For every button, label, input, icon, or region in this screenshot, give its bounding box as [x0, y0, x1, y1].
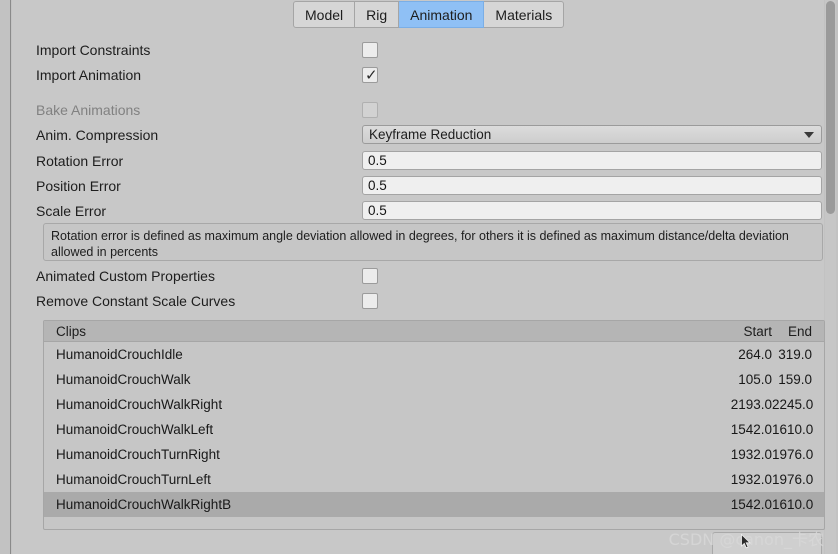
clip-end: 159.0 [778, 372, 812, 387]
import-constraints-label: Import Constraints [36, 41, 151, 58]
clip-end: 1610.0 [772, 497, 814, 512]
row-bake-animations: Bake Animations [36, 97, 824, 122]
row-position-error: Position Error 0.5 [36, 173, 824, 198]
help-box-text: Rotation error is defined as maximum ang… [51, 229, 789, 259]
rotation-error-input[interactable]: 0.5 [362, 151, 822, 170]
column-header-end: End [787, 323, 812, 339]
row-animated-custom-properties: Animated Custom Properties [36, 263, 824, 288]
clips-table-header: Clips Start End [44, 321, 824, 342]
column-header-clips: Clips [56, 323, 87, 339]
scale-error-label: Scale Error [36, 202, 107, 219]
position-error-input[interactable]: 0.5 [362, 176, 822, 195]
help-box: Rotation error is defined as maximum ang… [43, 223, 823, 261]
animated-custom-properties-checkbox[interactable] [362, 267, 378, 284]
table-row[interactable]: HumanoidCrouchIdle 264.0 319.0 [44, 342, 824, 367]
import-animation-label: Import Animation [36, 66, 142, 83]
clip-start: 105.0 [738, 372, 772, 387]
anim-compression-label: Anim. Compression [36, 126, 159, 143]
import-animation-checkbox[interactable]: ✓ [362, 65, 378, 84]
clip-start: 1542.0 [730, 497, 772, 512]
clip-start: 264.0 [738, 347, 772, 362]
clip-name: HumanoidCrouchWalkRightB [56, 497, 232, 512]
row-remove-constant-scale-curves: Remove Constant Scale Curves [36, 288, 824, 313]
bake-animations-label: Bake Animations [36, 101, 141, 118]
bottom-panel-box[interactable] [712, 532, 822, 554]
tab-model[interactable]: Model [293, 1, 356, 28]
import-constraints-checkbox[interactable] [362, 41, 378, 58]
table-row[interactable]: HumanoidCrouchWalkLeft 1542.0 1610.0 [44, 417, 824, 442]
animation-import-settings-panel: Model Rig Animation Materials Import Con… [12, 0, 825, 554]
column-header-start: Start [743, 323, 772, 339]
table-row[interactable]: HumanoidCrouchWalkRight 2193.0 2245.0 [44, 392, 824, 417]
left-gutter [0, 0, 11, 554]
anim-compression-dropdown[interactable]: Keyframe Reduction [362, 125, 822, 144]
clip-name: HumanoidCrouchWalk [56, 372, 191, 387]
table-row[interactable]: HumanoidCrouchTurnRight 1932.0 1976.0 [44, 442, 824, 467]
clip-end: 1976.0 [772, 472, 814, 487]
clip-name: HumanoidCrouchTurnLeft [56, 472, 211, 487]
clip-end: 319.0 [778, 347, 812, 362]
table-row[interactable]: HumanoidCrouchTurnLeft 1932.0 1976.0 [44, 467, 824, 492]
clip-start: 1932.0 [730, 447, 772, 462]
scale-error-input[interactable]: 0.5 [362, 201, 822, 220]
vertical-scrollbar[interactable] [825, 0, 836, 554]
clip-name: HumanoidCrouchWalkLeft [56, 422, 214, 437]
check-mark-icon: ✓ [365, 65, 378, 84]
anim-compression-value: Keyframe Reduction [369, 127, 492, 142]
clip-end: 1976.0 [772, 447, 814, 462]
clip-start: 2193.0 [730, 397, 772, 412]
clip-end: 2245.0 [772, 397, 814, 412]
tab-rig[interactable]: Rig [355, 1, 400, 28]
rotation-error-label: Rotation Error [36, 152, 124, 169]
bake-animations-checkbox [362, 101, 378, 118]
clip-start: 1542.0 [730, 422, 772, 437]
chevron-down-icon [804, 131, 814, 138]
tab-materials[interactable]: Materials [484, 1, 565, 28]
clip-end: 1610.0 [772, 422, 814, 437]
row-scale-error: Scale Error 0.5 [36, 198, 824, 223]
remove-constant-scale-curves-label: Remove Constant Scale Curves [36, 292, 236, 309]
row-import-animation: Import Animation ✓ [36, 62, 824, 87]
import-settings-tabbar: Model Rig Animation Materials [293, 1, 565, 28]
clips-table: Clips Start End HumanoidCrouchIdle 264.0… [43, 320, 825, 530]
clip-name: HumanoidCrouchTurnRight [56, 447, 220, 462]
clip-name: HumanoidCrouchIdle [56, 347, 183, 362]
vertical-scrollbar-thumb[interactable] [826, 1, 835, 214]
clip-name: HumanoidCrouchWalkRight [56, 397, 223, 412]
inspector-root: Model Rig Animation Materials Import Con… [0, 0, 838, 554]
position-error-label: Position Error [36, 177, 121, 194]
row-anim-compression: Anim. Compression Keyframe Reduction [36, 122, 824, 147]
clip-start: 1932.0 [730, 472, 772, 487]
row-import-constraints: Import Constraints [36, 37, 824, 62]
table-row-selected[interactable]: HumanoidCrouchWalkRightB 1542.0 1610.0 [44, 492, 824, 517]
animated-custom-properties-label: Animated Custom Properties [36, 267, 215, 284]
row-rotation-error: Rotation Error 0.5 [36, 148, 824, 173]
tab-animation[interactable]: Animation [399, 1, 485, 28]
table-row[interactable]: HumanoidCrouchWalk 105.0 159.0 [44, 367, 824, 392]
remove-constant-scale-curves-checkbox[interactable] [362, 292, 378, 309]
